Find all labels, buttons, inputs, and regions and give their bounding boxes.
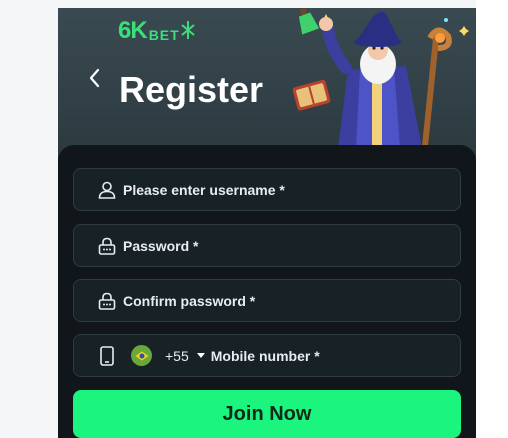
confirm-password-placeholder: Confirm password * [123, 292, 256, 309]
caret-down-icon[interactable] [196, 353, 205, 358]
register-form-card: Please enter username * Password * Confi… [58, 145, 476, 438]
page-title: Register [119, 69, 264, 110]
back-button[interactable] [80, 64, 108, 92]
password-placeholder: Password * [123, 237, 199, 254]
mobile-field[interactable]: +55 Mobile number * [73, 334, 461, 377]
page-margin-right [476, 0, 508, 438]
phone-icon [97, 345, 117, 366]
lock-icon [97, 236, 117, 256]
join-now-button[interactable]: Join Now [73, 390, 461, 438]
chevron-left-icon [89, 68, 100, 88]
country-code[interactable]: +55 [165, 348, 189, 364]
logo-sub-text: BET [148, 27, 180, 43]
confirm-password-field[interactable]: Confirm password * [73, 279, 461, 322]
user-icon [97, 180, 117, 200]
password-field[interactable]: Password * [73, 224, 461, 267]
lock-icon [97, 291, 117, 311]
brazil-flag-icon[interactable] [131, 345, 152, 366]
logo-spark-icon [181, 21, 195, 39]
brand-logo: 6K BET [118, 19, 195, 43]
username-field[interactable]: Please enter username * [73, 168, 461, 211]
register-screen: 6K BET Register Please enter username * … [58, 8, 476, 438]
wizard-illustration [292, 8, 469, 158]
logo-main-text: 6K [118, 17, 148, 44]
mobile-placeholder: Mobile number * [210, 347, 320, 364]
username-placeholder: Please enter username * [123, 181, 285, 198]
